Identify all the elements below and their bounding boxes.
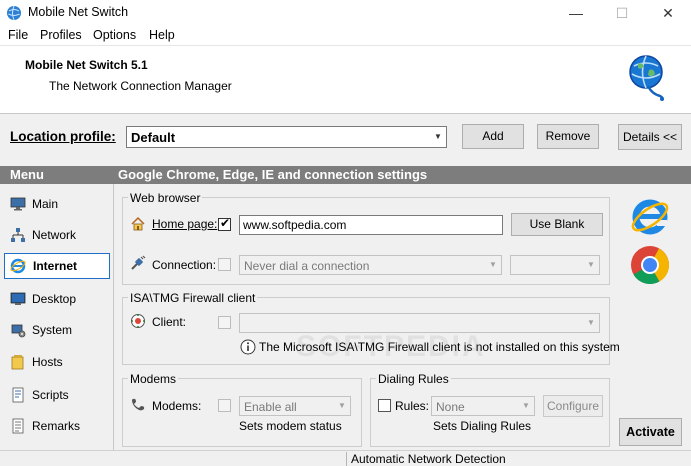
dialing-rules-group-label: Dialing Rules [376, 372, 451, 386]
hosts-icon [11, 355, 24, 370]
minimize-button[interactable]: — [553, 0, 599, 26]
menu-header-label: Menu [10, 167, 44, 182]
internet-explorer-icon [631, 199, 669, 235]
maximize-button[interactable]: ☐ [599, 0, 645, 26]
modems-label: Modems: [152, 399, 202, 413]
sidebar-item-system[interactable]: System [4, 317, 110, 343]
activate-button[interactable]: Activate [619, 418, 682, 446]
modems-checkbox[interactable] [218, 399, 231, 412]
system-icon [11, 324, 26, 338]
home-page-label: Home page: [152, 217, 218, 231]
modem-icon [132, 398, 145, 411]
app-logo-icon [629, 55, 664, 101]
sidebar-item-scripts[interactable]: Scripts [4, 382, 110, 408]
sidebar-item-label: Desktop [32, 292, 77, 306]
isa-tmg-group-label: ISA\TMG Firewall client [128, 291, 258, 305]
chevron-down-icon[interactable]: ▼ [583, 256, 599, 274]
client-select[interactable]: ▼ [239, 313, 600, 333]
home-page-text[interactable] [240, 216, 502, 234]
firewall-client-icon [131, 314, 145, 328]
info-icon [240, 339, 256, 355]
chevron-down-icon[interactable]: ▼ [430, 127, 446, 147]
menu-help[interactable]: Help [149, 28, 175, 42]
sidebar-item-label: Network [32, 228, 77, 242]
close-button[interactable]: ✕ [645, 0, 691, 26]
rules-checkbox[interactable] [378, 399, 391, 412]
web-browser-group-label: Web browser [128, 191, 203, 205]
remove-button[interactable]: Remove [537, 124, 599, 149]
ie-icon [10, 258, 26, 274]
client-label: Client: [152, 315, 187, 329]
title-bar: Mobile Net Switch — ☐ ✕ [0, 0, 691, 26]
window-title: Mobile Net Switch [28, 5, 129, 19]
status-text: Automatic Network Detection [351, 452, 506, 466]
connection-sub-select[interactable]: ▼ [510, 255, 600, 275]
status-bar: Automatic Network Detection [0, 450, 691, 466]
location-profile-value: Default [131, 130, 176, 145]
home-page-input[interactable] [239, 215, 503, 235]
app-globe-icon [7, 5, 21, 21]
connection-checkbox[interactable] [218, 258, 231, 271]
sidebar-item-label: Remarks [32, 419, 81, 433]
connection-label: Connection: [152, 258, 217, 272]
sidebar-item-label: System [32, 323, 73, 337]
status-divider [346, 452, 347, 466]
menu-file[interactable]: File [8, 28, 28, 42]
scripts-icon [12, 387, 24, 403]
section-header-bar: Menu Google Chrome, Edge, IE and connect… [0, 166, 691, 184]
monitor-icon [10, 197, 26, 211]
connection-select-value: Never dial a connection [244, 259, 370, 273]
network-icon [11, 228, 25, 242]
section-title: Google Chrome, Edge, IE and connection s… [118, 167, 428, 182]
home-page-checkbox[interactable]: ✔ [218, 216, 231, 231]
chevron-down-icon[interactable]: ▼ [518, 397, 534, 415]
desktop-icon [10, 292, 26, 305]
app-subtitle: The Network Connection Manager [49, 79, 232, 93]
modems-status-text: Sets modem status [239, 419, 342, 433]
sidebar-item-desktop[interactable]: Desktop [4, 286, 110, 312]
sidebar-item-label: Scripts [32, 388, 69, 402]
configure-button[interactable]: Configure [543, 395, 603, 417]
remarks-icon [12, 418, 24, 434]
app-banner: Mobile Net Switch 5.1 The Network Connec… [0, 46, 691, 114]
sidebar-item-main[interactable]: Main [4, 191, 110, 217]
sidebar-item-network[interactable]: Network [4, 222, 110, 248]
rules-select-value: None [436, 400, 465, 414]
add-button[interactable]: Add [462, 124, 524, 149]
rules-select[interactable]: None ▼ [431, 396, 535, 416]
google-chrome-icon [631, 246, 670, 285]
menu-bar: File Profiles Options Help [0, 26, 691, 46]
menu-options[interactable]: Options [93, 28, 136, 42]
chevron-down-icon[interactable]: ▼ [485, 256, 501, 274]
details-button[interactable]: Details << [618, 124, 682, 150]
sidebar: Main Network Internet Desktop System Hos… [0, 184, 114, 450]
sidebar-item-internet[interactable]: Internet [4, 253, 110, 279]
menu-profiles[interactable]: Profiles [40, 28, 82, 42]
sidebar-item-label: Internet [33, 259, 78, 273]
use-blank-button[interactable]: Use Blank [511, 213, 603, 236]
sidebar-item-label: Hosts [32, 355, 63, 369]
app-title: Mobile Net Switch 5.1 [25, 58, 148, 72]
dialing-status-text: Sets Dialing Rules [433, 419, 532, 433]
modems-select-value: Enable all [244, 400, 297, 414]
isa-info-text: The Microsoft ISA\TMG Firewall client is… [259, 340, 620, 354]
connection-select[interactable]: Never dial a connection ▼ [239, 255, 502, 275]
modems-group-label: Modems [128, 372, 179, 386]
chevron-down-icon[interactable]: ▼ [334, 397, 350, 415]
sidebar-item-hosts[interactable]: Hosts [4, 349, 110, 375]
checkmark-icon: ✔ [220, 216, 231, 230]
location-profile-label: Location profile: [10, 129, 116, 144]
home-icon [131, 216, 145, 231]
modems-select[interactable]: Enable all ▼ [239, 396, 351, 416]
sidebar-item-remarks[interactable]: Remarks [4, 413, 110, 439]
connection-plug-icon [131, 255, 146, 270]
sidebar-item-label: Main [32, 197, 59, 211]
chevron-down-icon[interactable]: ▼ [583, 314, 599, 332]
rules-label: Rules: [395, 399, 430, 413]
location-profile-select[interactable]: Default ▼ [126, 126, 447, 148]
client-checkbox[interactable] [218, 316, 231, 329]
